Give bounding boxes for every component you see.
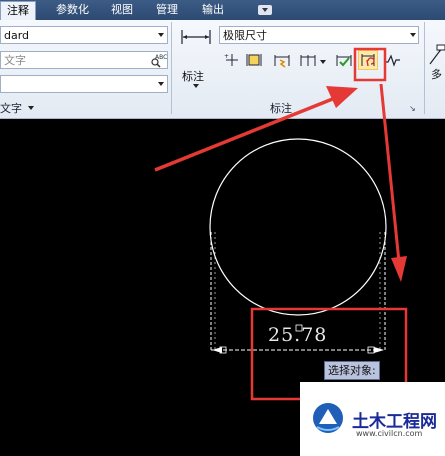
dimension-value-text[interactable]: 25.78 (268, 324, 327, 346)
dimension-arrow-left (212, 347, 222, 353)
annotation-arrow-line (154, 96, 336, 172)
watermark-url: www.civilcn.com (356, 429, 423, 438)
command-prompt-tooltip: 选择对象: (324, 361, 380, 380)
annotation-arrow-head-down (391, 256, 407, 282)
circle-geometry[interactable] (209, 138, 387, 316)
annotation-arrow-line-down (379, 83, 401, 263)
highlight-box-toolbar (353, 47, 387, 82)
annotation-arrow-head (326, 86, 358, 108)
dimension-arrow-right (374, 347, 384, 353)
